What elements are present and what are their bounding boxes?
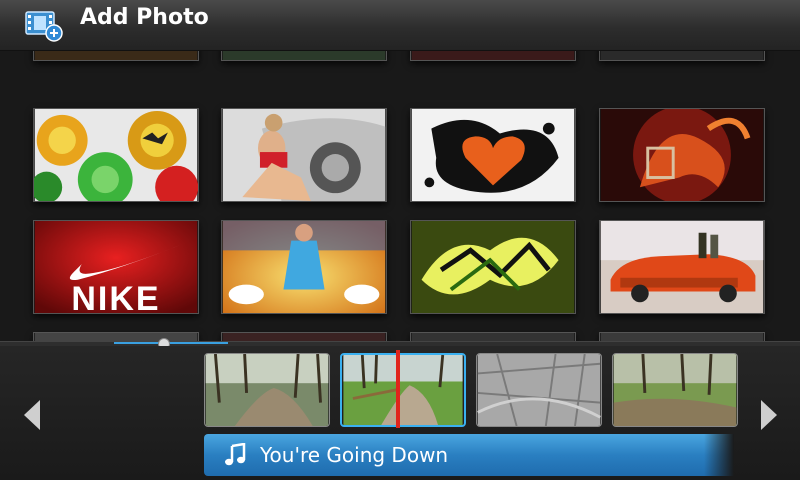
music-note-icon (225, 443, 246, 466)
photo-nike[interactable]: NIKE (33, 220, 199, 314)
music-track-bar[interactable]: You're Going Down (204, 434, 734, 476)
photo-heart-splatter[interactable] (410, 108, 576, 202)
photo-dragon[interactable] (599, 108, 765, 202)
page-title: Add Photo (80, 5, 209, 30)
photo-tile-partial[interactable] (33, 51, 199, 61)
photo-tile-partial[interactable] (410, 332, 576, 341)
photo-tile-partial[interactable] (33, 332, 199, 341)
photo-bottle-caps[interactable] (33, 108, 199, 202)
photo-car-woman[interactable] (221, 108, 387, 202)
photo-tile-partial[interactable] (410, 51, 576, 61)
photo-dancer[interactable] (221, 220, 387, 314)
photo-tile-partial[interactable] (599, 332, 765, 341)
header-bar: Add Photo (0, 0, 800, 51)
timeline-thumbnail-forest-clearing[interactable] (612, 353, 738, 427)
photo-grid: NIKE (0, 51, 800, 341)
photo-muscle-car[interactable] (599, 220, 765, 314)
timeline-thumbnail-meadow-path[interactable] (340, 353, 466, 427)
timeline-thumbnail-textured-stone[interactable] (476, 353, 602, 427)
chevron-left-icon[interactable] (24, 400, 40, 430)
photo-tile-partial[interactable] (221, 51, 387, 61)
photo-nike-text: NIKE (71, 280, 161, 314)
photo-tile-partial[interactable] (599, 51, 765, 61)
music-track-title: You're Going Down (260, 443, 449, 467)
film-add-icon[interactable] (24, 8, 64, 42)
timeline-playhead[interactable] (396, 350, 400, 428)
music-bar-fade (704, 434, 734, 476)
chevron-right-icon[interactable] (761, 400, 777, 430)
timeline-progress (114, 342, 228, 344)
photo-tile-partial[interactable] (221, 332, 387, 341)
timeline-thumbnail-forest-path[interactable] (204, 353, 330, 427)
photo-graffiti[interactable] (410, 220, 576, 314)
